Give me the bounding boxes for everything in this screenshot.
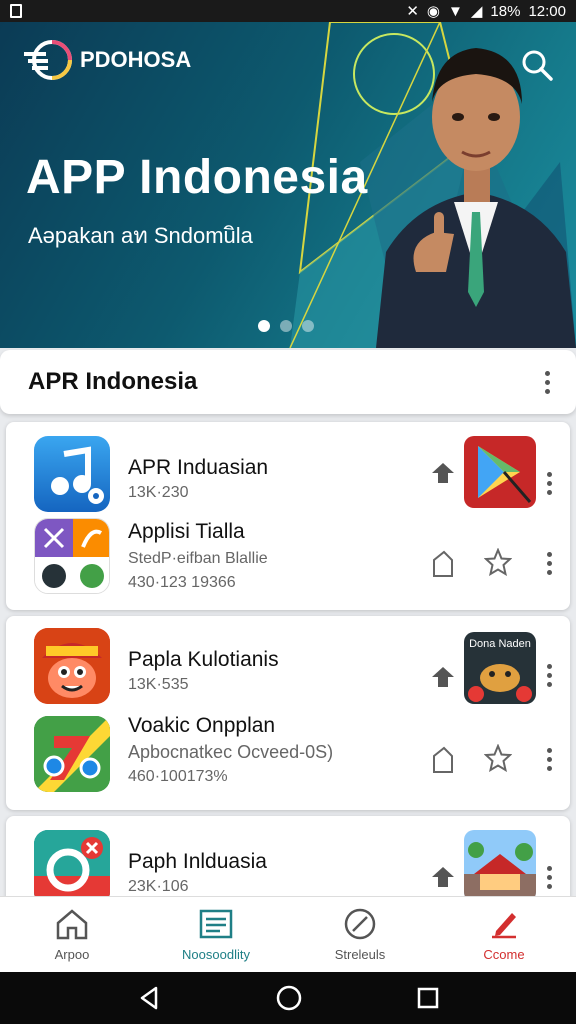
app-card: Paph Inlduasia 23K·106 bbox=[6, 816, 570, 906]
upvote-icon[interactable] bbox=[430, 664, 456, 690]
hero-title: APP Indonesia bbox=[26, 151, 368, 204]
app-icon bbox=[34, 830, 110, 906]
section-header: APR Indonesia bbox=[0, 350, 576, 414]
app-meta-secondary: 430·123 19366 bbox=[128, 574, 236, 591]
edit-icon bbox=[492, 913, 516, 939]
list-icon bbox=[199, 909, 233, 939]
upvote-icon[interactable] bbox=[430, 864, 456, 890]
section-more-icon[interactable] bbox=[540, 370, 554, 394]
music-app-icon bbox=[34, 436, 110, 512]
item-more-icon[interactable] bbox=[542, 552, 556, 575]
battery-level: 18% bbox=[490, 2, 521, 20]
carousel-indicator[interactable] bbox=[258, 320, 314, 332]
system-navigation-bar bbox=[0, 972, 576, 1024]
app-name: Papla Kulotianis bbox=[128, 648, 279, 671]
brand-name: PDOHOSA bbox=[80, 47, 192, 72]
nav-home[interactable]: Arpoo bbox=[0, 897, 144, 972]
app-name: Paph Inlduasia bbox=[128, 850, 267, 873]
compass-icon bbox=[344, 908, 376, 940]
app-card: APR Induasian 13K·230 Applisi Tialla Ste… bbox=[6, 422, 570, 610]
colorful-app-icon bbox=[34, 716, 110, 792]
carousel-dot[interactable] bbox=[258, 320, 270, 332]
share-icon[interactable] bbox=[430, 746, 456, 774]
app-meta: 23K·106 bbox=[128, 878, 189, 895]
hero-subtitle: Aǝpakan aท Sndomuิla bbox=[28, 223, 253, 248]
app-name: Voakic Onpplan bbox=[128, 714, 276, 737]
play-store-thumbnail[interactable] bbox=[464, 436, 536, 508]
mute-icon: ✕ bbox=[406, 3, 419, 20]
presenter-photo bbox=[376, 48, 576, 348]
home-icon bbox=[56, 909, 88, 940]
section-title: APR Indonesia bbox=[28, 368, 198, 395]
app-name: Applisi Tialla bbox=[128, 520, 245, 543]
nav-label: Ccome bbox=[483, 947, 525, 962]
status-bar: ✕ ◉ ▼ ◢ 18% 12:00 bbox=[0, 0, 576, 22]
nav-label: Streleuls bbox=[334, 947, 386, 962]
item-more-icon[interactable] bbox=[542, 866, 556, 889]
star-icon[interactable] bbox=[484, 548, 512, 576]
sync-icon: ◉ bbox=[426, 3, 441, 20]
upvote-icon[interactable] bbox=[430, 460, 456, 486]
list-item[interactable]: Voakic Onpplan Apbocnatkec Ocveed-0S) 46… bbox=[6, 714, 570, 800]
home-button-icon[interactable] bbox=[275, 984, 303, 1012]
list-item[interactable]: Paph Inlduasia 23K·106 bbox=[6, 828, 570, 906]
app-meta-secondary: 460·100173% bbox=[128, 768, 228, 785]
item-more-icon[interactable] bbox=[542, 748, 556, 771]
app-card: Papla Kulotianis 13K·535 Dona Naden Voak… bbox=[6, 616, 570, 810]
star-icon[interactable] bbox=[484, 744, 512, 772]
signal-icon: ◢ bbox=[470, 3, 483, 20]
share-icon[interactable] bbox=[430, 550, 456, 578]
nav-list[interactable]: Noosoodlity bbox=[144, 897, 288, 972]
nav-label: Arpoo bbox=[54, 947, 90, 962]
nav-compose[interactable]: Ccome bbox=[432, 897, 576, 972]
item-more-icon[interactable] bbox=[542, 472, 556, 495]
app-meta: Apbocnatkec Ocveed-0S) bbox=[128, 742, 334, 762]
app-meta: StedP·eifban Blallie bbox=[128, 550, 268, 567]
character-game-icon bbox=[34, 628, 110, 704]
item-more-icon[interactable] bbox=[542, 664, 556, 687]
back-icon[interactable] bbox=[136, 985, 162, 1011]
hero-banner[interactable]: PDOHOSA APP Indonesia Aǝpakan aท Sndomuิ… bbox=[0, 22, 576, 348]
app-meta: 13K·230 bbox=[128, 484, 189, 501]
nav-explore[interactable]: Streleuls bbox=[288, 897, 432, 972]
list-item[interactable]: Applisi Tialla StedP·eifban Blallie 430·… bbox=[6, 516, 570, 600]
clock: 12:00 bbox=[528, 2, 566, 20]
app-name: APR Induasian bbox=[128, 456, 269, 479]
travel-thumbnail[interactable] bbox=[464, 830, 536, 902]
bottom-navigation: Arpoo Noosoodlity Streleuls Ccome bbox=[0, 896, 576, 972]
app-meta: 13K·535 bbox=[128, 676, 189, 693]
brand-logo-icon bbox=[24, 40, 72, 80]
gallery-notification-icon bbox=[10, 4, 22, 18]
nav-label: Noosoodlity bbox=[182, 947, 250, 962]
list-item[interactable]: Papla Kulotianis 13K·535 Dona Naden bbox=[6, 626, 570, 708]
wifi-icon: ▼ bbox=[448, 2, 463, 20]
brand-logo[interactable]: PDOHOSA bbox=[24, 38, 191, 82]
multi-app-icon bbox=[34, 518, 110, 594]
recents-icon[interactable] bbox=[416, 986, 440, 1010]
carousel-dot[interactable] bbox=[302, 320, 314, 332]
list-item[interactable]: APR Induasian 13K·230 bbox=[6, 434, 570, 514]
carousel-dot[interactable] bbox=[280, 320, 292, 332]
game-thumbnail[interactable]: Dona Naden bbox=[464, 632, 536, 704]
